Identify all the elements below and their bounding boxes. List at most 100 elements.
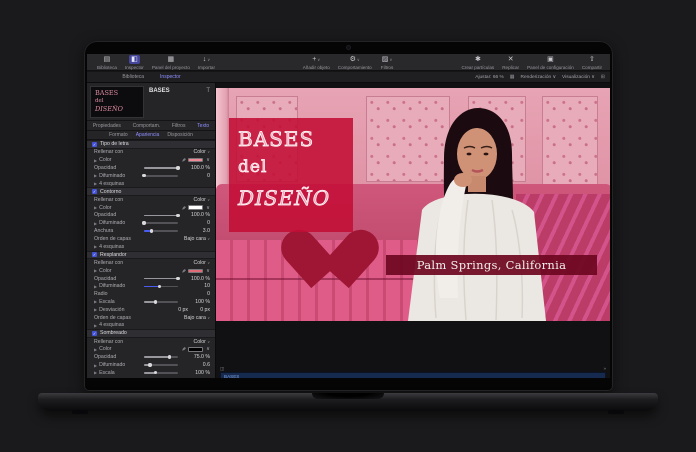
section-checkbox[interactable]: ✓ (92, 189, 97, 195)
toolbar-behaviors-button[interactable]: ⚙ ∨ Comportamiento (338, 55, 372, 70)
render-popup[interactable]: Renderización ∨ (521, 75, 557, 80)
grid-icon[interactable]: ⊞ (601, 74, 605, 80)
value-field[interactable]: 0 (181, 291, 210, 297)
value-field-x[interactable]: 0 px (169, 307, 188, 313)
toolbar-replicate-button[interactable]: ✕ Replicar (502, 55, 519, 70)
location-banner[interactable]: Palm Springs, California (386, 255, 597, 275)
value-field[interactable]: 0.6 (181, 362, 210, 368)
value-field[interactable]: 75.0 % (181, 354, 210, 360)
slider-knob[interactable] (153, 371, 157, 375)
section-checkbox[interactable]: ✓ (92, 141, 97, 147)
section-checkbox[interactable]: ✓ (92, 252, 97, 258)
value-field[interactable]: 100.0 % (181, 212, 210, 218)
disclosure-icon[interactable]: ▶ (94, 158, 97, 163)
scroll-right-icon[interactable]: » (603, 366, 606, 371)
clip-icon[interactable]: ◫ (220, 366, 224, 372)
slider[interactable] (142, 173, 178, 178)
value-field[interactable]: 100.0 % (181, 165, 210, 171)
inspector-subtab-apariencia[interactable]: Apariencia (136, 132, 160, 138)
color-swatch[interactable] (188, 157, 204, 163)
toolbar-filters-button[interactable]: ▨ ∨ Filtros (380, 55, 395, 70)
popup-button[interactable]: Color ∨ (181, 149, 210, 155)
toolbar-share-button[interactable]: ⇧ Compartir (582, 55, 602, 70)
toolbar-import-button[interactable]: ↓ ∨ Importar (198, 55, 215, 70)
toolbar-project-pane-button[interactable]: ▦ Panel del proyecto (152, 55, 190, 70)
value-field[interactable]: 100 % (181, 299, 210, 305)
eyedropper-icon[interactable]: ✎ (180, 269, 186, 273)
color-swatch[interactable] (188, 347, 204, 352)
value-field[interactable]: 3.0 (181, 228, 210, 234)
slider[interactable] (144, 300, 178, 304)
disclosure-icon[interactable]: ▶ (94, 307, 97, 312)
slider-knob[interactable] (153, 300, 157, 304)
view-popup[interactable]: Visualización ∨ (562, 75, 595, 80)
slider[interactable] (144, 284, 178, 288)
title-overlay[interactable]: BASES del DISEÑO (229, 118, 353, 232)
value-field[interactable]: 100 % (181, 370, 210, 376)
disclosure-icon[interactable]: ▶ (94, 268, 97, 273)
slider[interactable] (144, 276, 180, 281)
disclosure-icon[interactable]: ▶ (94, 284, 97, 289)
value-field-y[interactable]: 0 px (191, 307, 210, 313)
popup-button[interactable]: Color ∨ (181, 197, 210, 203)
value-field[interactable]: 0 (181, 173, 210, 179)
color-swatch[interactable] (188, 205, 204, 210)
toolbar-add-object-button[interactable]: + ∨ Añadir objeto (303, 55, 330, 70)
toolbar-hud-button[interactable]: ▣ Panel de configuración (527, 55, 574, 70)
color-swatch[interactable] (188, 268, 204, 273)
disclosure-icon[interactable]: ▶ (94, 244, 97, 249)
disclosure-icon[interactable]: ▶ (94, 370, 97, 375)
slider-knob[interactable] (176, 166, 180, 170)
tab-inspector[interactable]: Inspector (160, 74, 181, 80)
slider-knob[interactable] (142, 221, 146, 225)
eyedropper-icon[interactable]: ✎ (180, 158, 186, 162)
inspector-tab-texto[interactable]: Texto (197, 123, 209, 129)
tab-library[interactable]: Biblioteca (122, 74, 144, 80)
disclosure-icon[interactable]: ▶ (94, 205, 97, 210)
slider[interactable] (144, 229, 178, 233)
slider-knob[interactable] (176, 213, 180, 218)
popup-button[interactable]: Bajo cara ∨ (181, 315, 210, 321)
timeline-track[interactable]: BASES (220, 372, 606, 378)
video-frame[interactable]: BASES del DISEÑO Palm Springs, Californi… (216, 88, 610, 321)
channels-icon[interactable]: ▦ (510, 74, 515, 80)
eyedropper-icon[interactable]: ✎ (180, 347, 186, 351)
popup-button[interactable]: Bajo cara ∨ (181, 236, 210, 242)
slider[interactable] (144, 355, 178, 359)
inspector-subtab-formato[interactable]: Formato (109, 132, 128, 138)
inspector-subtab-disposición[interactable]: Disposición (167, 132, 193, 138)
disclosure-icon[interactable]: ▶ (94, 173, 97, 178)
popup-button[interactable]: Color ∨ (181, 260, 210, 266)
eyedropper-icon[interactable]: ✎ (180, 206, 186, 210)
slider-knob[interactable] (176, 276, 180, 281)
inspector-row: Distancia15.0 (87, 377, 215, 379)
disclosure-icon[interactable]: ▶ (94, 299, 97, 304)
slider-knob[interactable] (142, 173, 146, 178)
slider[interactable] (144, 371, 178, 375)
slider-knob[interactable] (157, 284, 161, 288)
slider[interactable] (142, 221, 178, 225)
slider[interactable] (144, 213, 180, 218)
slider-knob[interactable] (167, 355, 172, 359)
disclosure-icon[interactable]: ▶ (94, 347, 97, 352)
toolbar-make-particles-button[interactable]: ✱ Crear partículas (462, 55, 495, 70)
inspector-tab-comportam[interactable]: Comportam. (133, 123, 161, 129)
value-field[interactable]: 0 (181, 220, 210, 226)
slider-knob[interactable] (149, 229, 154, 233)
value-field[interactable]: 10 (181, 283, 210, 289)
inspector-tab-filtros[interactable]: Filtros (172, 123, 186, 129)
toolbar-inspector-button[interactable]: ◧ Inspector (125, 55, 144, 70)
disclosure-icon[interactable]: ▶ (94, 363, 97, 368)
disclosure-icon[interactable]: ▶ (94, 181, 97, 186)
slider[interactable] (144, 166, 180, 170)
slider[interactable] (144, 363, 178, 367)
disclosure-icon[interactable]: ▶ (94, 221, 97, 226)
toolbar-library-button[interactable]: ▤ Biblioteca (97, 55, 117, 70)
popup-button[interactable]: Color ∨ (181, 339, 210, 345)
disclosure-icon[interactable]: ▶ (94, 323, 97, 328)
zoom-level-popup[interactable]: Ajustar: 66 % (475, 75, 504, 80)
slider-knob[interactable] (148, 363, 152, 367)
inspector-tab-propiedades[interactable]: Propiedades (93, 123, 121, 129)
value-field[interactable]: 100.0 % (181, 276, 210, 282)
section-checkbox[interactable]: ✓ (92, 330, 97, 336)
